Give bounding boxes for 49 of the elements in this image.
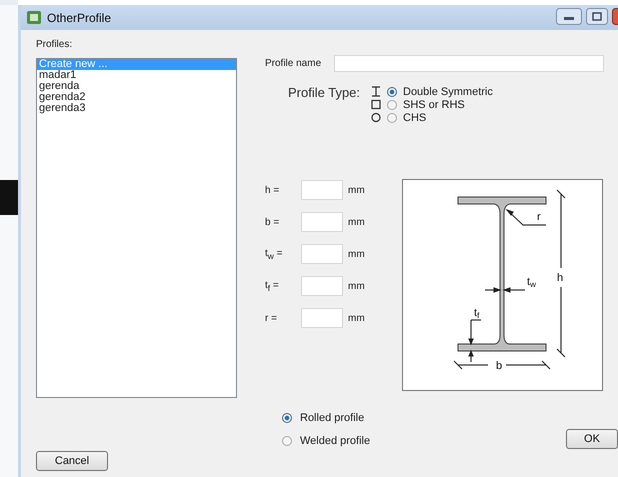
- dimension-field[interactable]: [301, 244, 343, 264]
- dimension-label: t$_{f}$ =: [265, 280, 280, 292]
- radio-button[interactable]: [387, 86, 397, 96]
- app-icon: [27, 11, 41, 24]
- profile-item[interactable]: madar1: [37, 70, 236, 81]
- unit-label: mm: [348, 216, 365, 228]
- option-label: CHS: [403, 112, 426, 124]
- radio-button[interactable]: [387, 112, 397, 122]
- profile-item[interactable]: gerenda2: [37, 92, 236, 103]
- diagram-label: r: [537, 211, 541, 223]
- minimize-icon[interactable]: [556, 8, 582, 25]
- option-label: Double Symmetric: [403, 86, 493, 98]
- dimension-field[interactable]: [301, 276, 343, 296]
- dimension-label: t$_{w}$ =: [265, 248, 284, 260]
- dimension-label: b =: [265, 216, 280, 228]
- unit-label: mm: [348, 280, 365, 292]
- unit-label: mm: [348, 248, 365, 260]
- unit-label: mm: [348, 312, 365, 324]
- diagram-label: h: [557, 272, 564, 284]
- dimension-field[interactable]: [301, 212, 343, 232]
- option-label: Rolled profile: [300, 412, 364, 424]
- diagram-label: t$_{f}$: [474, 307, 480, 320]
- profile-name-field[interactable]: [334, 55, 604, 72]
- profile-item[interactable]: gerenda3: [37, 103, 236, 114]
- diagram-label: b: [496, 360, 502, 372]
- square-icon: [371, 99, 381, 110]
- unit-label: mm: [348, 184, 365, 196]
- radio-button[interactable]: [387, 100, 397, 110]
- dimension-field[interactable]: [301, 308, 343, 328]
- profile-item[interactable]: gerenda: [37, 81, 236, 92]
- profiles-list[interactable]: Create new ... madar1 gerenda gerenda2 gerenda3: [36, 58, 237, 398]
- maximize-icon[interactable]: [586, 8, 608, 25]
- diagram-label: t$_{w}$: [527, 276, 536, 289]
- i-beam-icon: [371, 86, 381, 97]
- profiles-label: Profiles:: [36, 39, 74, 52]
- dimension-label: h =: [265, 184, 280, 196]
- profile-name-label: Profile name: [265, 58, 322, 69]
- profile-type-label: Profile Type:: [288, 85, 362, 102]
- window-title: OtherProfile: [47, 10, 112, 24]
- radio-button[interactable]: [282, 412, 292, 422]
- option-label: Welded profile: [300, 434, 370, 446]
- radio-button[interactable]: [282, 436, 292, 446]
- dimension-field[interactable]: [301, 180, 343, 200]
- cancel-button[interactable]: Cancel: [36, 451, 108, 471]
- dark-bar: [0, 180, 18, 215]
- ok-button[interactable]: OK: [566, 429, 618, 449]
- dimension-label: r =: [265, 312, 278, 324]
- circle-icon: [371, 112, 381, 123]
- option-label: SHS or RHS: [403, 98, 465, 110]
